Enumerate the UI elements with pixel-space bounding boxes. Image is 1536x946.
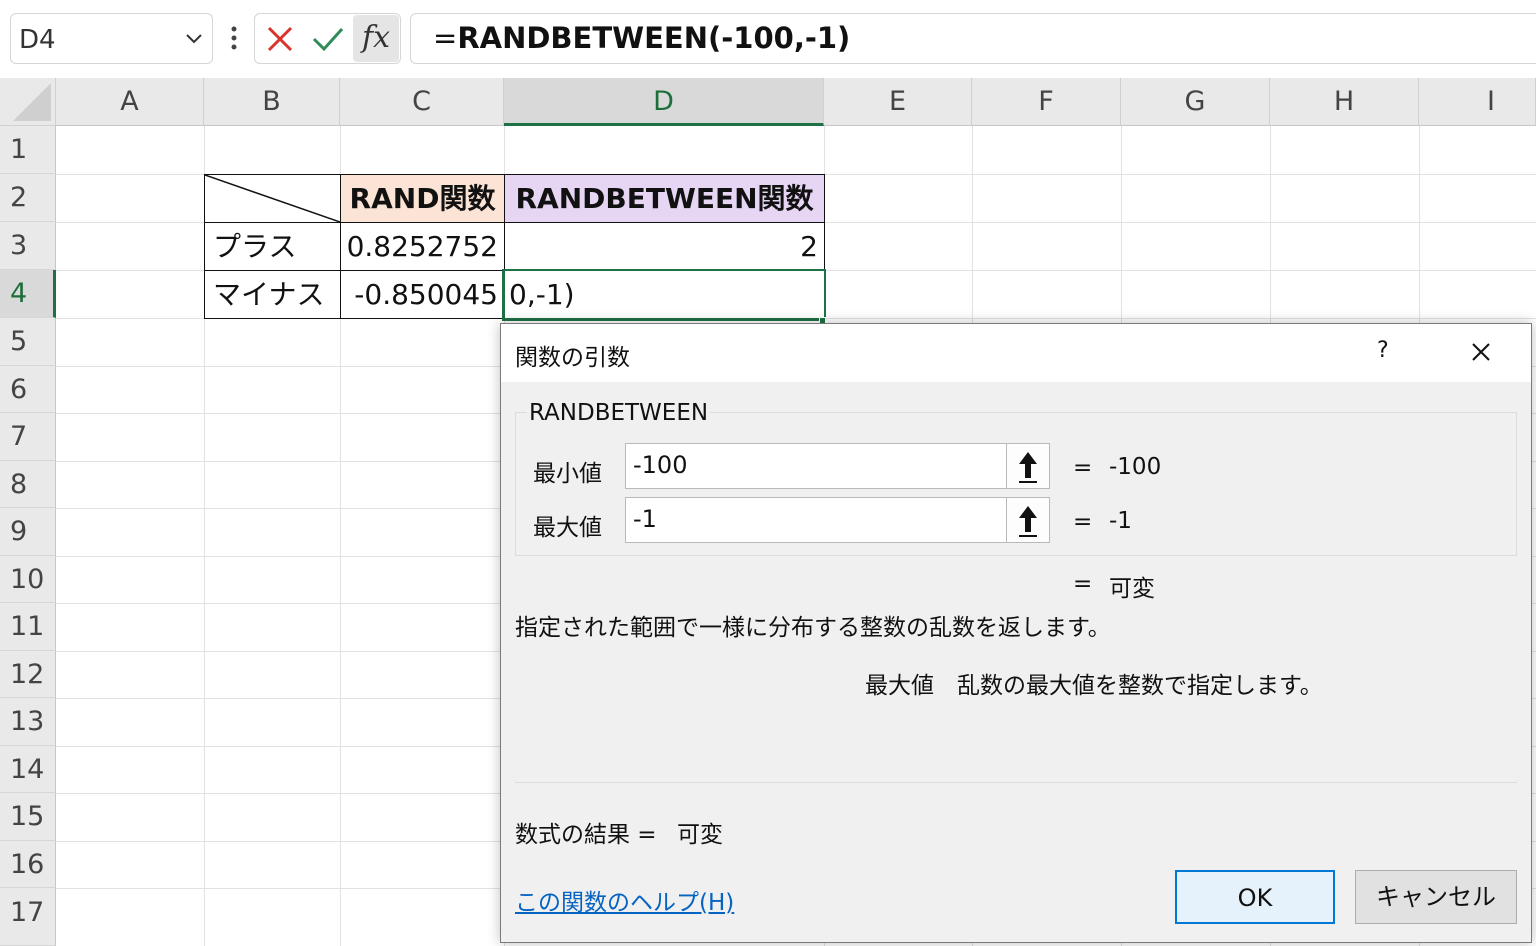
- row-header-8[interactable]: 8: [0, 461, 56, 508]
- arg-help-text: 乱数の最大値を整数で指定します。: [957, 673, 1323, 699]
- divider: [515, 782, 1517, 783]
- row-header-1[interactable]: 1: [0, 126, 56, 174]
- row-header-3[interactable]: 3: [0, 222, 56, 270]
- diagonal-border: [204, 174, 341, 223]
- select-all-button[interactable]: [0, 78, 56, 126]
- cell-d2-randbetween-header[interactable]: RANDBETWEEN関数: [504, 174, 825, 223]
- row-header-13[interactable]: 13: [0, 698, 56, 746]
- arg-input-max[interactable]: -1: [625, 497, 1007, 543]
- row-header-9[interactable]: 9: [0, 508, 56, 556]
- arg-label-min: 最小値: [533, 461, 602, 487]
- arg-result-min: -100: [1109, 454, 1162, 480]
- dialog-title: 関数の引数: [515, 345, 630, 371]
- confirm-entry-icon[interactable]: [311, 24, 345, 54]
- arg-input-min[interactable]: -100: [625, 443, 1007, 489]
- column-header-e[interactable]: E: [824, 78, 972, 126]
- arg-help-name: 最大値: [865, 673, 934, 699]
- arg-label-max: 最大値: [533, 515, 602, 541]
- formula-text: =RANDBETWEEN(-100,-1): [433, 21, 851, 55]
- function-name: RANDBETWEEN: [527, 400, 711, 426]
- name-box[interactable]: D4: [10, 13, 213, 64]
- arg-equals-max: =: [1073, 509, 1093, 535]
- active-cell-border: [502, 269, 826, 321]
- formula-result-value: 可変: [677, 822, 723, 848]
- cell-c2-rand-header[interactable]: RAND関数: [340, 174, 505, 223]
- arg-input-min-value: -100: [633, 451, 688, 479]
- cell-b2-diagonal[interactable]: [204, 174, 341, 223]
- insert-function-button[interactable]: fx: [353, 15, 399, 62]
- cell-c3-plus-rand[interactable]: 0.8252752: [340, 222, 505, 271]
- row-header-10[interactable]: 10: [0, 556, 56, 603]
- row-header-17[interactable]: 17: [0, 888, 56, 946]
- arg-result-max: -1: [1109, 508, 1132, 534]
- row-header-6[interactable]: 6: [0, 366, 56, 413]
- row-header-4[interactable]: 4: [0, 270, 56, 318]
- row-header-2[interactable]: 2: [0, 174, 56, 222]
- cell-b3-plus-label[interactable]: プラス: [204, 222, 341, 271]
- row-header-14[interactable]: 14: [0, 746, 56, 793]
- chevron-down-icon[interactable]: [184, 28, 204, 48]
- range-select-button-max[interactable]: [1006, 497, 1050, 543]
- cancel-button[interactable]: キャンセル: [1355, 870, 1517, 924]
- formula-buttons: fx: [254, 13, 401, 64]
- arg-equals-min: =: [1073, 455, 1093, 481]
- help-icon[interactable]: ?: [1377, 338, 1389, 363]
- overall-result: 可変: [1109, 576, 1155, 602]
- collapse-arrow-icon: [1019, 506, 1037, 537]
- column-header-h[interactable]: H: [1270, 78, 1419, 126]
- row-header-12[interactable]: 12: [0, 651, 56, 698]
- dialog-titlebar[interactable]: 関数の引数 ?: [501, 324, 1531, 382]
- function-help-link[interactable]: この関数のヘルプ(H): [515, 883, 734, 917]
- formula-input[interactable]: =RANDBETWEEN(-100,-1): [410, 13, 1536, 64]
- function-arguments-dialog: 関数の引数 ? RANDBETWEEN 最小値 -100 = -100 最大値 …: [500, 323, 1532, 943]
- row-header-7[interactable]: 7: [0, 413, 56, 461]
- row-header-16[interactable]: 16: [0, 841, 56, 888]
- column-header-b[interactable]: B: [204, 78, 340, 126]
- column-header-c[interactable]: C: [340, 78, 504, 126]
- column-header-a[interactable]: A: [56, 78, 204, 126]
- arg-input-max-value: -1: [633, 505, 657, 533]
- close-icon[interactable]: [1469, 340, 1493, 364]
- range-select-button-min[interactable]: [1006, 443, 1050, 489]
- name-box-value: D4: [19, 25, 56, 55]
- cell-b4-minus-label[interactable]: マイナス: [204, 270, 341, 319]
- cell-d3-plus-randbetween[interactable]: 2: [504, 222, 825, 271]
- row-header-15[interactable]: 15: [0, 793, 56, 841]
- ok-button[interactable]: OK: [1175, 870, 1335, 924]
- overall-equals: =: [1073, 571, 1093, 597]
- row-header-11[interactable]: 11: [0, 603, 56, 651]
- row-header-5[interactable]: 5: [0, 318, 56, 366]
- more-options-icon[interactable]: [226, 24, 242, 54]
- cell-c4-minus-rand[interactable]: -0.850045: [340, 270, 505, 319]
- column-header-i[interactable]: I: [1419, 78, 1536, 126]
- cancel-entry-icon[interactable]: [265, 24, 295, 54]
- collapse-arrow-icon: [1019, 452, 1037, 483]
- column-header-d[interactable]: D: [504, 78, 824, 126]
- formula-result-label: 数式の結果 =: [515, 822, 657, 848]
- function-description: 指定された範囲で一様に分布する整数の乱数を返します。: [515, 615, 1111, 641]
- column-header-f[interactable]: F: [972, 78, 1121, 126]
- formula-bar: D4 fx =RANDBETWEEN(-100,-1): [0, 0, 1536, 70]
- column-header-g[interactable]: G: [1121, 78, 1270, 126]
